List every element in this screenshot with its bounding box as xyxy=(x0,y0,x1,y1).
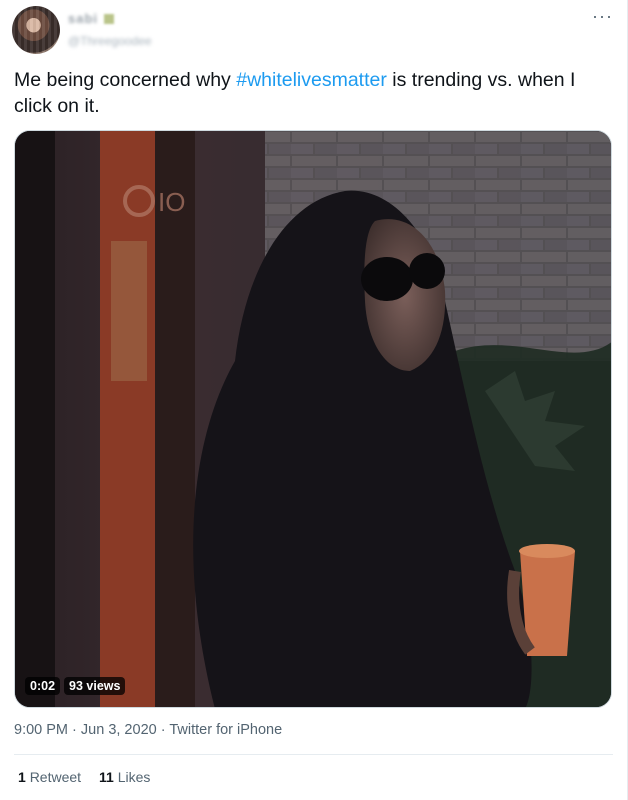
retweets-label: Retweet xyxy=(29,769,82,785)
divider xyxy=(14,754,613,755)
author-block[interactable]: sabi @Threegoodee xyxy=(68,10,152,50)
video-frame: IO xyxy=(15,131,611,707)
likes-label: Likes xyxy=(117,769,151,785)
more-horizontal-icon[interactable]: ··· xyxy=(592,6,613,27)
avatar[interactable] xyxy=(12,6,60,54)
likes-count: 11 xyxy=(99,769,114,785)
likes-stat[interactable]: 11 Likes xyxy=(99,769,150,785)
retweets-count: 1 xyxy=(18,769,26,785)
video-views: 93 views xyxy=(64,677,126,695)
svg-text:IO: IO xyxy=(158,187,185,217)
tweet-date[interactable]: Jun 3, 2020 xyxy=(81,722,157,738)
handle[interactable]: @Threegoodee xyxy=(68,34,152,48)
tweet-source[interactable]: Twitter for iPhone xyxy=(169,722,282,738)
tweet-meta: 9:00 PM · Jun 3, 2020 · Twitter for iPho… xyxy=(14,722,282,738)
tweet-time[interactable]: 9:00 PM xyxy=(14,722,68,738)
engagement-stats: 1 Retweet 11 Likes xyxy=(18,769,150,785)
meta-separator: · xyxy=(72,722,77,738)
video-duration: 0:02 xyxy=(25,677,61,695)
tweet-text-start: Me being concerned why xyxy=(14,69,237,91)
retweets-stat[interactable]: 1 Retweet xyxy=(18,769,81,785)
video-player[interactable]: IO 0:02 93 views xyxy=(14,130,612,708)
meta-separator-2: · xyxy=(160,722,166,738)
display-name[interactable]: sabi xyxy=(68,11,98,26)
tweet-text: Me being concerned why #whitelivesmatter… xyxy=(14,67,614,119)
video-overlay: 0:02 93 views xyxy=(25,677,126,695)
tweet: sabi @Threegoodee ··· Me being concerned… xyxy=(0,0,628,800)
emoji-icon xyxy=(104,13,115,24)
hashtag-link[interactable]: #whitelivesmatter xyxy=(236,69,387,91)
display-name-row: sabi xyxy=(68,10,152,28)
